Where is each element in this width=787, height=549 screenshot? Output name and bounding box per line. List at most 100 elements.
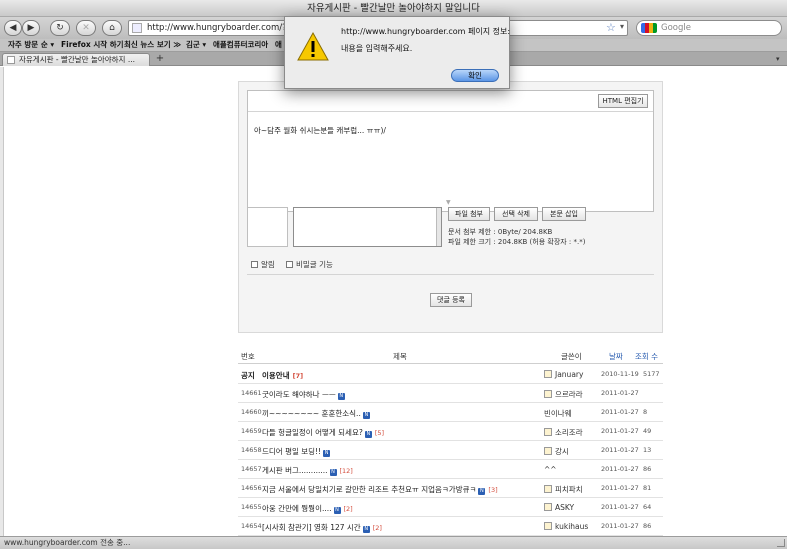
reload-button[interactable]: ↻: [50, 20, 70, 36]
status-bar: www.hungryboarder.com 전송 중...: [0, 536, 787, 549]
status-text: www.hungryboarder.com 전송 중...: [4, 538, 131, 547]
bookmark-star-icon[interactable]: ☆: [606, 21, 616, 34]
comment-editor[interactable]: HTML 편집기 아~담주 월화 쉬시는분들 캐부럽... ㅠㅠ)/ ▼: [247, 90, 654, 212]
list-row[interactable]: 14660 끼~~~~~~~~ 훈훈한소식.. N 빈이나웨 2011-01-27 8: [238, 403, 663, 422]
row-author[interactable]: 피치파치: [555, 485, 583, 494]
list-row[interactable]: 14658 드디어 평일 보딩!! N 강시 2011-01-27 13: [238, 441, 663, 460]
row-title[interactable]: 굿이라도 해야하나 ㅡㅡ: [262, 390, 336, 399]
tab-list-icon[interactable]: ▾: [776, 55, 780, 63]
list-row[interactable]: 14655 아웅 간만에 뭥뭥이.... N [2] ASKY 2011-01-27 64: [238, 498, 663, 517]
submit-comment-button[interactable]: 댓글 등록: [430, 293, 472, 307]
row-title-cell[interactable]: 끼~~~~~~~~ 훈훈한소식.. N: [262, 408, 370, 419]
row-author[interactable]: January: [555, 370, 583, 379]
row-author-cell[interactable]: 피치파치: [544, 484, 583, 495]
bookmark-item[interactable]: 김군 ▾: [186, 39, 206, 51]
secret-label: 비밀글 기능: [296, 260, 333, 269]
row-title[interactable]: 지금 서울에서 당일치기로 갈만한 리조트 추천요ㅠ 지업음ㅋ가방큐ㅋ: [262, 485, 476, 494]
row-title[interactable]: 다들 헝글일정이 어떻게 되세요?: [262, 428, 363, 437]
row-title[interactable]: 게시판 버그............: [262, 466, 328, 475]
row-author-cell[interactable]: ASKY: [544, 503, 574, 512]
new-tab-button[interactable]: +: [153, 53, 167, 65]
row-author[interactable]: kukihaus: [555, 522, 588, 531]
attachment-limit-text: 문서 첨부 제한 : 0Byte/ 204.8KB: [448, 228, 553, 236]
row-title[interactable]: [시사회 참관기] 영화 127 시간: [262, 523, 361, 532]
notify-label: 알림: [261, 260, 275, 269]
delete-selected-button[interactable]: 선택 삭제: [494, 207, 538, 221]
row-author-cell[interactable]: 강시: [544, 446, 569, 457]
new-post-icon: N: [337, 393, 345, 400]
row-title-cell[interactable]: 게시판 버그............ N [12]: [262, 465, 353, 476]
row-author-cell[interactable]: ^^: [544, 465, 557, 474]
list-row[interactable]: 14656 지금 서울에서 당일치기로 갈만한 리조트 추천요ㅠ 지업음ㅋ가방큐ㅋ…: [238, 479, 663, 498]
forward-button[interactable]: ▶: [22, 20, 40, 36]
row-author-cell[interactable]: 소리조라: [544, 427, 583, 438]
header-number: 번호: [241, 352, 255, 361]
secret-checkbox-box[interactable]: [286, 261, 293, 268]
resize-grip-icon[interactable]: [777, 539, 785, 547]
list-row[interactable]: 14657 게시판 버그............ N [12] ^^ 2011-01-27…: [238, 460, 663, 479]
resize-grip-icon[interactable]: ▼: [446, 199, 451, 206]
header-date[interactable]: 날짜: [609, 351, 623, 362]
row-author[interactable]: 빈이나웨: [544, 409, 572, 418]
stop-button[interactable]: ✕: [76, 20, 96, 36]
row-author[interactable]: ^^: [544, 465, 557, 474]
list-row[interactable]: 공지 이용안내 [7] January 2010-11-19 5177: [238, 365, 663, 384]
row-title-cell[interactable]: 이용안내 [7]: [262, 370, 303, 381]
row-title-cell[interactable]: [시사회 참관기] 영화 127 시간 N [2]: [262, 522, 382, 533]
new-post-icon: N: [329, 469, 337, 476]
secret-checkbox[interactable]: 비밀글 기능: [286, 259, 333, 270]
bookmark-item[interactable]: 최신 뉴스 보기 ≫: [124, 39, 181, 51]
home-icon: ⌂: [109, 23, 115, 33]
row-date: 2011-01-27: [601, 408, 639, 416]
bookmark-item[interactable]: 자주 방문 순 ▾: [8, 39, 54, 51]
list-row[interactable]: 14659 다들 헝글일정이 어떻게 되세요? N [5] 소리조라 2011-01-27…: [238, 422, 663, 441]
row-title[interactable]: 이용안내: [262, 371, 290, 380]
search-input[interactable]: Google: [636, 20, 782, 36]
list-row[interactable]: 14654 [시사회 참관기] 영화 127 시간 N [2] kukihaus 2011…: [238, 517, 663, 536]
insert-into-body-button[interactable]: 본문 삽입: [542, 207, 586, 221]
home-button[interactable]: ⌂: [102, 20, 122, 36]
attach-file-button[interactable]: 파일 첨부: [448, 207, 490, 221]
row-title[interactable]: 아웅 간만에 뭥뭥이....: [262, 504, 332, 513]
notify-checkbox[interactable]: 알림: [251, 259, 275, 270]
attachment-file-list[interactable]: [293, 207, 442, 247]
row-title-cell[interactable]: 아웅 간만에 뭥뭥이.... N [2]: [262, 503, 353, 514]
url-dropdown-icon[interactable]: ▾: [620, 22, 624, 31]
row-number: 14657: [241, 465, 262, 473]
row-title-cell[interactable]: 드디어 평일 보딩!! N: [262, 446, 331, 457]
row-title-cell[interactable]: 다들 헝글일정이 어떻게 되세요? N [5]: [262, 427, 384, 438]
html-editor-button[interactable]: HTML 편집기: [598, 94, 648, 108]
bookmark-item[interactable]: 애플컴퓨터코리아: [213, 39, 268, 51]
row-author-cell[interactable]: 으르라라: [544, 389, 583, 400]
editor-content[interactable]: 아~담주 월화 쉬시는분들 캐부럽... ㅠㅠ)/: [254, 125, 386, 136]
left-edge: [0, 67, 4, 536]
row-author[interactable]: 으르라라: [555, 390, 583, 399]
list-row[interactable]: 14661 굿이라도 해야하나 ㅡㅡ N 으르라라 2011-01-27: [238, 384, 663, 403]
tab-active[interactable]: 자유게시판 - 빨간날만 놀아야하지 ...: [2, 53, 150, 66]
row-author[interactable]: 소리조라: [555, 428, 583, 437]
row-author[interactable]: 강시: [555, 447, 569, 456]
ok-button[interactable]: 확인: [451, 69, 499, 82]
file-list-scrollbar[interactable]: [436, 208, 441, 246]
row-title-cell[interactable]: 굿이라도 해야하나 ㅡㅡ N: [262, 389, 345, 400]
stop-icon: ✕: [82, 23, 90, 33]
page-content: HTML 편집기 아~담주 월화 쉬시는분들 캐부럽... ㅠㅠ)/ ▼ 파일 …: [0, 67, 787, 536]
header-views[interactable]: 조회 수: [635, 351, 658, 362]
bookmark-item[interactable]: 애: [275, 39, 282, 51]
back-arrow-icon: ◀: [9, 23, 17, 33]
search-placeholder: Google: [661, 23, 691, 33]
row-author[interactable]: ASKY: [555, 503, 574, 512]
row-author-cell[interactable]: January: [544, 370, 583, 379]
notify-checkbox-box[interactable]: [251, 261, 258, 268]
back-button[interactable]: ◀: [4, 20, 22, 36]
google-search-icon[interactable]: [641, 23, 657, 33]
attachment-preview: [247, 207, 288, 247]
alert-dialog: http://www.hungryboarder.com 페이지 정보: 내용을…: [284, 16, 510, 89]
panel-divider: [247, 274, 654, 275]
row-title-cell[interactable]: 지금 서울에서 당일치기로 갈만한 리조트 추천요ㅠ 지업음ㅋ가방큐ㅋ N [3]: [262, 484, 498, 495]
row-author-cell[interactable]: kukihaus: [544, 522, 588, 531]
row-title[interactable]: 끼~~~~~~~~ 훈훈한소식..: [262, 409, 361, 418]
row-title[interactable]: 드디어 평일 보딩!!: [262, 447, 321, 456]
bookmark-item[interactable]: Firefox 시작 하기: [61, 39, 124, 51]
row-author-cell[interactable]: 빈이나웨: [544, 408, 572, 419]
